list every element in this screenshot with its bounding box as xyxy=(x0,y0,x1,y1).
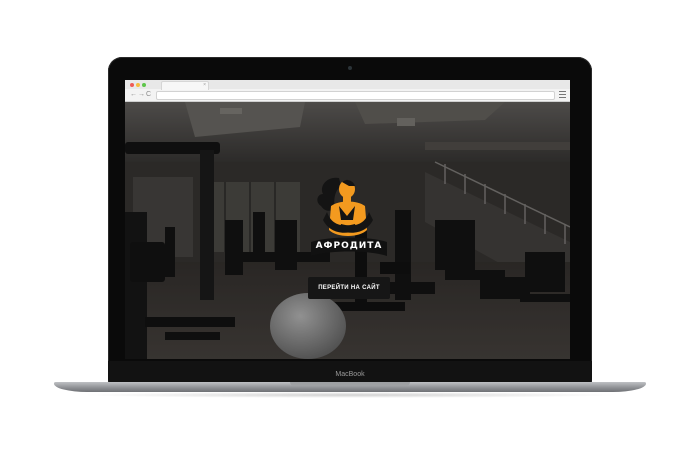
device-model-label: MacBook xyxy=(335,371,365,378)
tab-close-icon[interactable]: × xyxy=(203,81,206,89)
browser-tab[interactable]: × xyxy=(161,81,209,90)
camera-icon xyxy=(348,66,352,70)
laptop-shadow xyxy=(80,392,620,398)
laptop-screen: × ← → C АФРОДИТА ПЕРЕЙТИ НА САЙТ xyxy=(125,80,570,359)
tab-bar: × xyxy=(125,80,570,90)
hamburger-menu-icon[interactable] xyxy=(559,91,566,98)
back-arrow-icon[interactable]: ← xyxy=(130,90,137,99)
maximize-window-icon[interactable] xyxy=(142,83,146,87)
address-bar[interactable] xyxy=(156,91,555,100)
reload-icon[interactable]: C xyxy=(146,90,151,99)
close-window-icon[interactable] xyxy=(130,83,134,87)
go-to-site-button[interactable]: ПЕРЕЙТИ НА САЙТ xyxy=(308,277,390,299)
lid-opening-notch xyxy=(290,382,410,386)
brand-logo[interactable]: АФРОДИТА xyxy=(309,172,389,264)
hero-section: АФРОДИТА ПЕРЕЙТИ НА САЙТ xyxy=(125,102,570,359)
browser-chrome: × ← → C xyxy=(125,80,570,102)
minimize-window-icon[interactable] xyxy=(136,83,140,87)
macbook-mockup: × ← → C АФРОДИТА ПЕРЕЙТИ НА САЙТ MacBook xyxy=(0,0,700,467)
forward-arrow-icon[interactable]: → xyxy=(138,90,145,99)
brand-name: АФРОДИТА xyxy=(315,241,383,251)
